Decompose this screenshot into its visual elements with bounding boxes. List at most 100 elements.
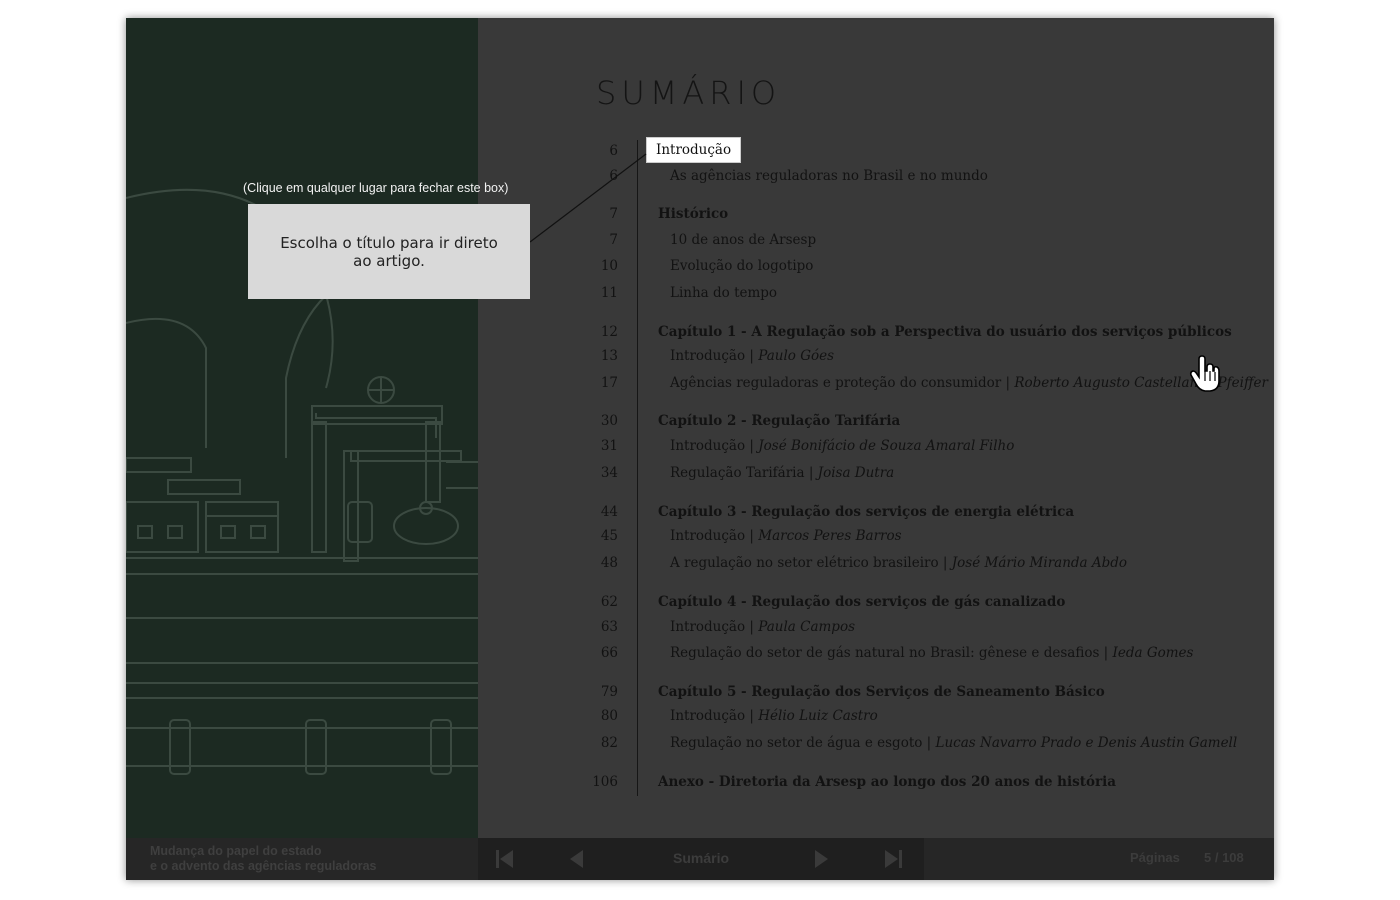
toc-entry-row[interactable]: 31 Introdução | José Bonifácio de Souza A… [478,435,1274,457]
toc-chapter-row[interactable]: 106 Anexo - Diretoria da Arsesp ao longo … [478,771,1274,793]
toc-entry-text: Agências reguladoras e proteção do consu… [670,375,1015,391]
toc-entry-title[interactable]: 10 de anos de Arsesp [670,229,816,251]
flipbook-viewer: SUMÁRIO 6 Introdução 6 As agências regulado… [126,18,1274,880]
toc-page-number: 82 [600,735,618,751]
toc-entry-row[interactable]: 6 As agências reguladoras no Brasil e no … [478,165,1274,187]
nav-section-label[interactable]: Sumário [673,850,729,866]
toc-entry-author: Paulo Góes [758,348,835,364]
toc-page-number: 6 [609,168,618,184]
toc-chapter-row[interactable]: 30 Capítulo 2 - Regulação Tarifária [478,410,1274,432]
right-page-toc: SUMÁRIO 6 Introdução 6 As agências regulado… [478,18,1274,838]
toc-chapter-row[interactable]: 12 Capítulo 1 - A Regulação sob a Perspec… [478,321,1274,343]
toc-page-number: 13 [600,348,618,364]
toc-entry-title[interactable]: Introdução | Marcos Peres Barros [670,525,902,547]
toc-entry-row[interactable]: 63 Introdução | Paula Campos [478,616,1274,638]
toc-entry-title[interactable]: Capítulo 3 - Regulação dos serviços de e… [658,501,1074,523]
toc-page-number: 12 [600,324,618,340]
toc-page-number: 79 [600,684,618,700]
toc-entry-text: Introdução | [670,438,759,454]
toc-entry-row[interactable]: 45 Introdução | Marcos Peres Barros [478,525,1274,547]
toc-entry-title[interactable]: A regulação no setor elétrico brasileiro… [670,552,1127,574]
toc-entry-author: Lucas Navarro Prado e Denis Austin Gamel… [935,735,1238,751]
toc-entry-author: Hélio Luiz Castro [758,708,878,724]
toc-entry-title[interactable]: Linha do tempo [670,282,777,304]
toc-entry-title[interactable]: Introdução | Hélio Luiz Castro [670,705,878,727]
toc-chapter-row[interactable]: 79 Capítulo 5 - Regulação dos Serviços de… [478,681,1274,703]
toc-entry-author: Roberto Augusto Castellanos Pfeiffer [1014,375,1268,391]
toc-entry-title[interactable]: Introdução | José Bonifácio de Souza Ama… [670,435,1014,457]
toc-entry-title[interactable]: Capítulo 4 - Regulação dos serviços de g… [658,591,1065,613]
next-page-icon[interactable] [810,848,832,870]
toc-entry-text: Introdução | [670,348,759,364]
previous-page-icon[interactable] [566,848,588,870]
toc-entry-title[interactable]: Regulação do setor de gás natural no Bra… [670,642,1193,664]
toc-entry-text: Histórico [658,206,729,222]
toc-entry-title[interactable]: Capítulo 5 - Regulação dos Serviços de S… [658,681,1105,703]
toc-entry-author: Paula Campos [758,619,856,635]
toc-entry-author: Marcos Peres Barros [758,528,902,544]
toc-entry-row[interactable]: 10 Evolução do logotipo [478,255,1274,277]
toc-entry-text: Introdução | [670,619,759,635]
last-page-icon[interactable] [882,848,904,870]
close-tooltip-hint[interactable]: (Clique em qualquer lugar para fechar es… [243,181,508,195]
first-page-icon[interactable] [494,848,516,870]
toc-entry-text: Capítulo 1 - A Regulação sob a Perspecti… [658,324,1232,340]
toc-entry-author: José Bonifácio de Souza Amaral Filho [758,438,1015,454]
toc-row-highlighted[interactable]: 6 Introdução [478,137,1274,163]
tooltip-message: Escolha o título para ir direto ao artig… [280,233,498,270]
toc-entry-row[interactable]: 48 A regulação no setor elétrico brasilei… [478,552,1274,574]
toc-entry-row[interactable]: 66 Regulação do setor de gás natural no B… [478,642,1274,664]
toc-entry-title[interactable]: Introdução [646,137,742,163]
toc-page-number: 63 [600,619,618,635]
toc-entry-title[interactable]: Regulação Tarifária | Joisa Dutra [670,462,894,484]
toc-page-number: 80 [600,708,618,724]
toc-entry-author: Ieda Gomes [1112,645,1194,661]
toc-entry-row[interactable]: 17 Agências reguladoras e proteção do con… [478,372,1274,394]
toc-title: SUMÁRIO [596,74,782,112]
toc-entry-title[interactable]: Regulação no setor de água e esgoto | Lu… [670,732,1237,754]
toc-entry-row[interactable]: 80 Introdução | Hélio Luiz Castro [478,705,1274,727]
toc-entry-row[interactable]: 34 Regulação Tarifária | Joisa Dutra [478,462,1274,484]
left-page-illustration [126,18,478,838]
toc-entry-row[interactable]: 13 Introdução | Paulo Góes [478,345,1274,367]
toc-entry-text: Capítulo 3 - Regulação dos serviços de e… [658,504,1075,520]
toc-page-number: 106 [592,774,618,790]
toc-page-number: 48 [600,555,618,571]
toc-entry-title[interactable]: Histórico [658,203,728,225]
toc-entry-text: Evolução do logotipo [670,258,814,274]
toc-chapter-row[interactable]: 44 Capítulo 3 - Regulação dos serviços de… [478,501,1274,523]
toc-page-number: 7 [609,232,618,248]
book-caption: Mudança do papel do estado e o advento d… [150,844,376,874]
toc-entry-text: Regulação Tarifária | [670,465,818,481]
toc-entry-text: Capítulo 5 - Regulação dos Serviços de S… [658,684,1105,700]
toc-entry-text: Regulação no setor de água e esgoto | [670,735,936,751]
toc-entry-author: Joisa Dutra [817,465,895,481]
toc-page-number: 34 [600,465,618,481]
toc-entry-title[interactable]: Introdução | Paulo Góes [670,345,834,367]
page-navigation: Sumário [478,838,924,880]
toc-chapter-row[interactable]: 62 Capítulo 4 - Regulação dos serviços de… [478,591,1274,613]
toc-entry-title[interactable]: Agências reguladoras e proteção do consu… [670,372,1268,394]
toc-page-number: 45 [600,528,618,544]
toc-entry-row[interactable]: 11 Linha do tempo [478,282,1274,304]
book-caption-line1: Mudança do papel do estado [150,844,322,858]
pages-label: Páginas [1130,850,1180,865]
toc-entry-row[interactable]: 82 Regulação no setor de água e esgoto | … [478,732,1274,754]
toc-page-number: 30 [600,413,618,429]
toc-page-number: 62 [600,594,618,610]
toc-entry-title[interactable]: Introdução | Paula Campos [670,616,855,638]
industrial-pipes-illustration [126,188,478,775]
toc-entry-row[interactable]: 7 10 de anos de Arsesp [478,229,1274,251]
reader-bottom-bar: Mudança do papel do estado e o advento d… [126,838,1274,880]
toc-entry-title[interactable]: Capítulo 1 - A Regulação sob a Perspecti… [658,321,1232,343]
toc-page-number: 17 [600,375,618,391]
toc-page-number: 6 [609,143,618,159]
toc-entry-text: Introdução [656,142,732,158]
toc-entry-title[interactable]: Evolução do logotipo [670,255,813,277]
tooltip-box[interactable]: Escolha o título para ir direto ao artig… [248,204,530,299]
toc-entry-title[interactable]: Capítulo 2 - Regulação Tarifária [658,410,900,432]
toc-entry-title[interactable]: Anexo - Diretoria da Arsesp ao longo dos… [658,771,1116,793]
toc-chapter-row[interactable]: 7 Histórico [478,203,1274,225]
hand-cursor-icon [1189,355,1220,392]
toc-entry-title[interactable]: As agências reguladoras no Brasil e no m… [670,165,988,187]
